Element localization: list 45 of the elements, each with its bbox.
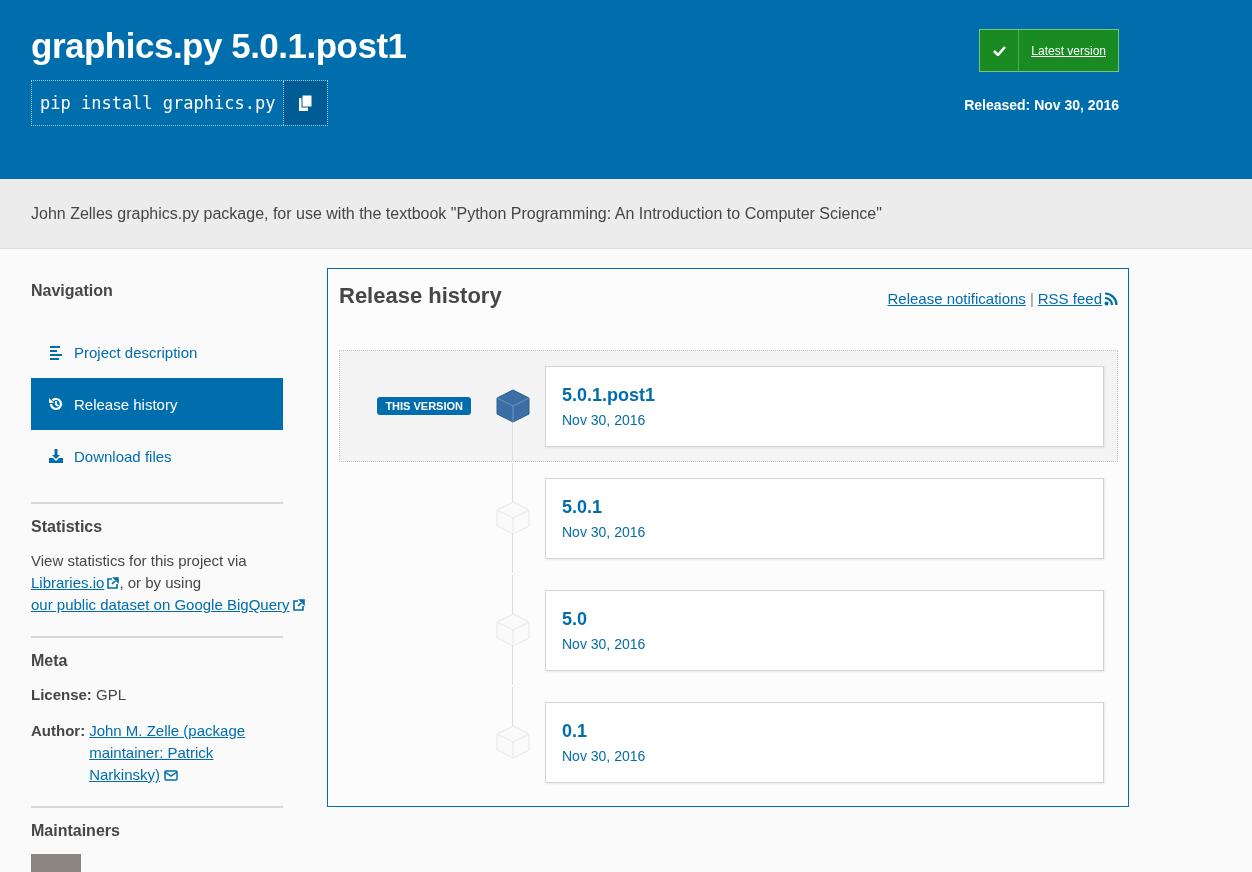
notifications-link[interactable]: Release notifications: [887, 290, 1026, 307]
this-version-badge: THIS VERSION: [377, 397, 471, 415]
panel-title: Release history: [339, 283, 502, 309]
package-title: graphics.py 5.0.1.post1: [31, 26, 407, 66]
release-card[interactable]: 5.0.1.post1 Nov 30, 2016: [545, 365, 1104, 447]
release-date: Nov 30, 2016: [562, 635, 647, 652]
author-label: Author:: [31, 721, 86, 741]
release-date: Released: Nov 30, 2016: [964, 97, 1119, 113]
external-link[interactable]: our public dataset on Google BigQuery: [31, 596, 305, 613]
release-card[interactable]: 5.0.1 Nov 30, 2016: [545, 477, 1104, 559]
release-date: Nov 30, 2016: [562, 747, 647, 764]
copy-button[interactable]: [283, 81, 328, 125]
mail-icon: [164, 770, 178, 781]
avatar-placeholder: [31, 854, 81, 872]
check-icon: [992, 45, 1006, 56]
section-heading: Maintainers: [31, 822, 121, 840]
rss-link[interactable]: RSS feed: [1037, 290, 1118, 307]
release-version: 5.0.1.post1: [562, 384, 657, 406]
package-description: John Zelles graphics.py package, for use with the textbook "Python Programming: An Introduction to Computer Science": [31, 204, 882, 223]
release-version: 5.0: [562, 608, 589, 630]
nav-item[interactable]: Project description: [31, 326, 283, 378]
release-card[interactable]: 0.1 Nov 30, 2016: [545, 701, 1104, 783]
author-link[interactable]: John M. Zelle (package maintainer: Patrick Narkinsky): [89, 720, 283, 786]
release-date: Nov 30, 2016: [562, 523, 647, 540]
rss-icon: [1104, 292, 1118, 306]
release-date: Nov 30, 2016: [562, 411, 647, 428]
latest-version-button[interactable]: Latest version: [979, 29, 1119, 72]
release-version: 5.0.1: [562, 496, 604, 518]
history-icon: [48, 396, 64, 412]
release-card[interactable]: 5.0 Nov 30, 2016: [545, 589, 1104, 671]
external-link-icon: [107, 577, 120, 589]
section-heading: Navigation: [31, 282, 114, 300]
copy-icon: [298, 95, 313, 111]
nav-item[interactable]: Release history: [31, 378, 283, 430]
section-heading: Meta: [31, 652, 69, 670]
download-icon: [48, 448, 64, 464]
separator: |: [1029, 290, 1034, 307]
section-heading: Statistics: [31, 518, 104, 536]
release-version: 0.1: [562, 720, 589, 742]
external-link-icon: [292, 599, 305, 611]
lines-icon: [48, 344, 64, 360]
nav-item[interactable]: Download files: [31, 430, 283, 482]
license-text: License: GPL: [31, 685, 128, 705]
pip-command: pip install graphics.py: [39, 92, 277, 115]
external-link[interactable]: Libraries.io: [31, 574, 120, 591]
